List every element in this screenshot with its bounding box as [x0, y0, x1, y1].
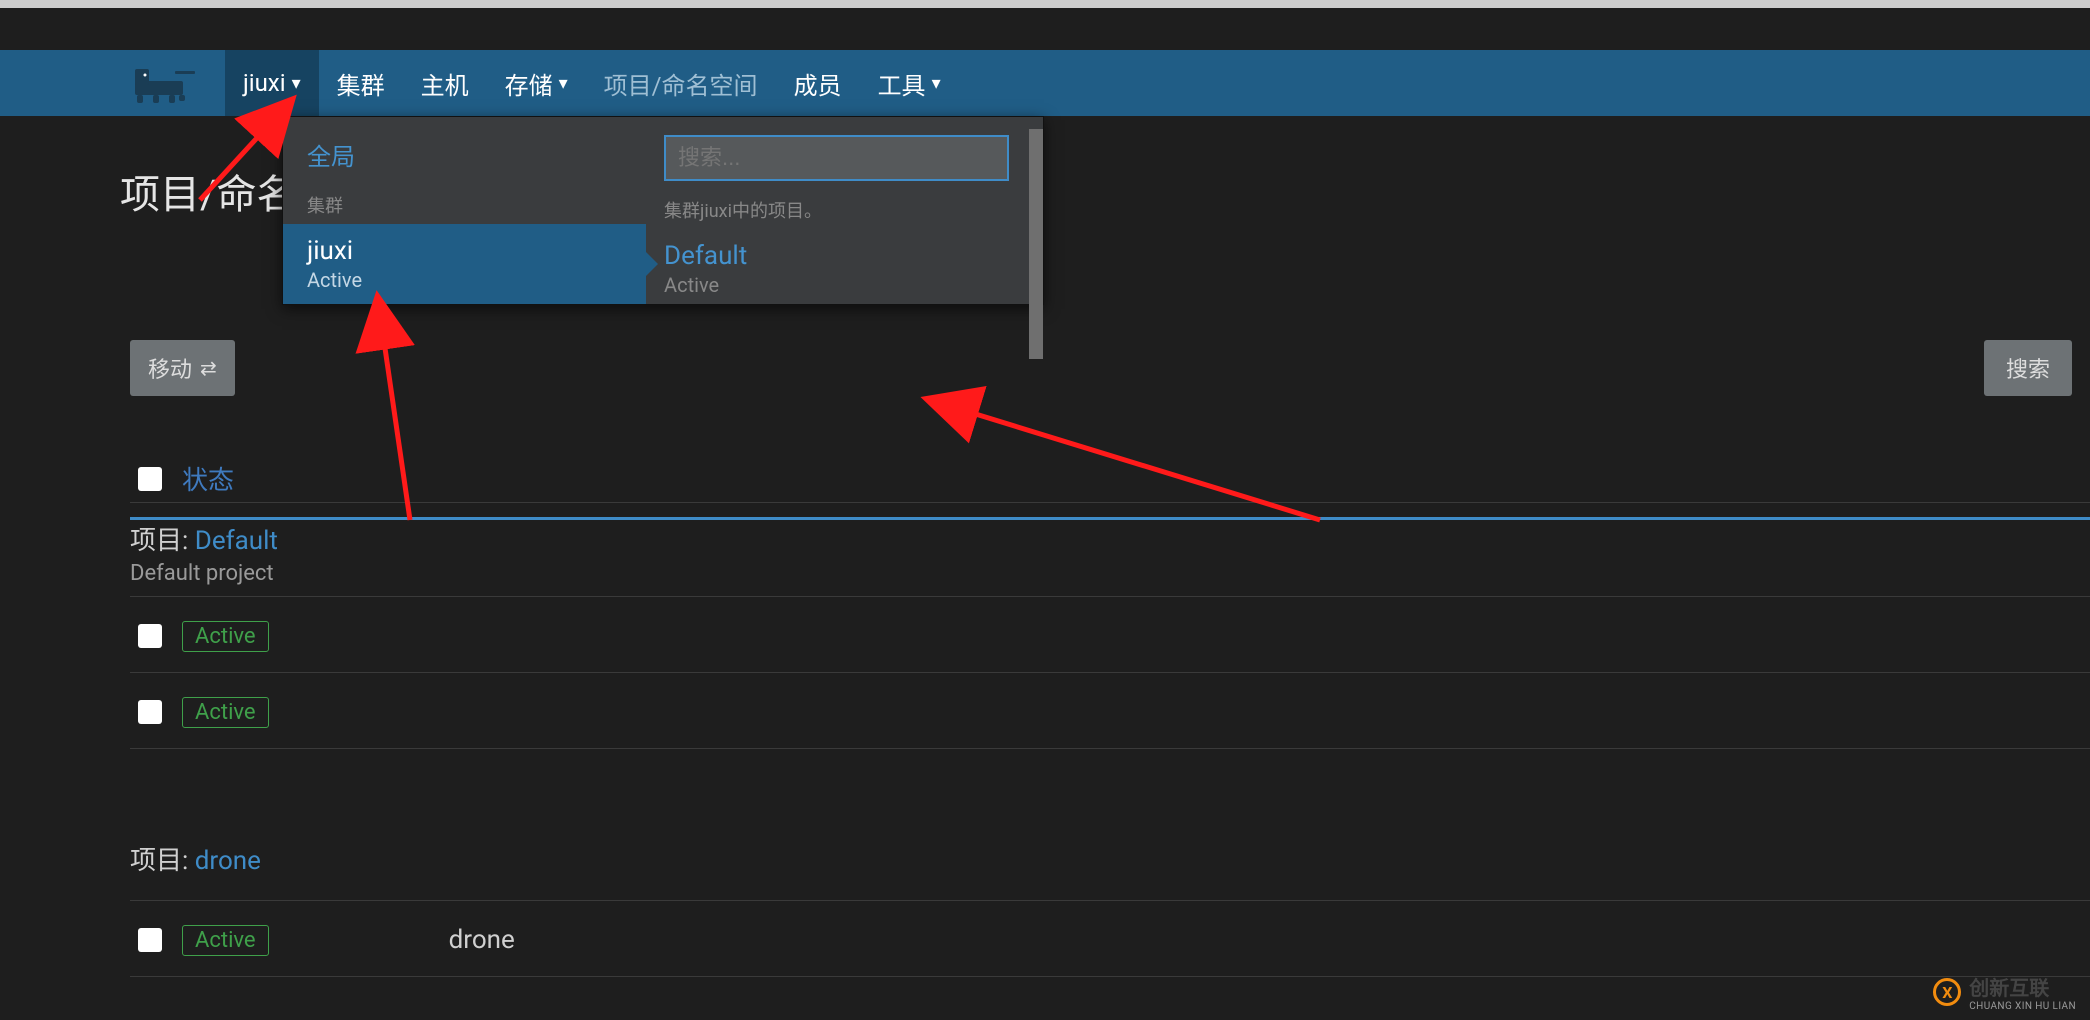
watermark: X 创新互联 CHUANG XIN HU LIAN: [1933, 972, 2076, 1012]
table-header-row: 状态: [138, 460, 2090, 497]
divider: [130, 672, 2090, 673]
dropdown-scrollbar-track[interactable]: [1029, 129, 1043, 292]
cluster-item-jiuxi[interactable]: jiuxi Active: [283, 224, 646, 304]
highlight-line: [130, 517, 2090, 520]
dropdown-right-panel: 集群jiuxi中的项目。 Default Active drone Active…: [646, 117, 1043, 304]
dropdown-scrollbar-thumb[interactable]: [1029, 129, 1043, 359]
nav-members[interactable]: 成员: [776, 50, 860, 116]
top-nav-bar: jiuxi ▾ 集群 主机 存储▾ 项目/命名空间 成员 工具▾: [0, 50, 2090, 116]
nav-storage[interactable]: 存储▾: [487, 50, 586, 116]
project-item-default[interactable]: Default Active: [646, 231, 1027, 304]
table-row[interactable]: Active: [138, 608, 2090, 664]
project-heading-drone: 项目: drone: [130, 840, 261, 877]
cluster-name: jiuxi: [307, 236, 622, 266]
status-badge: Active: [182, 621, 269, 652]
projects-meta-label: 集群jiuxi中的项目。: [646, 191, 1027, 231]
cluster-selector[interactable]: jiuxi ▾: [225, 50, 319, 116]
nav-cluster[interactable]: 集群: [319, 50, 403, 116]
divider: [130, 976, 2090, 977]
search-button[interactable]: 搜索: [1984, 340, 2072, 396]
project-search-input[interactable]: [664, 135, 1009, 181]
nav-tools[interactable]: 工具▾: [860, 50, 959, 116]
nav-hosts[interactable]: 主机: [403, 50, 487, 116]
row-checkbox[interactable]: [138, 928, 162, 952]
project-link-default[interactable]: Default: [195, 526, 278, 556]
cluster-project-dropdown: 全局 集群 jiuxi Active 集群jiuxi中的项目。 Default …: [282, 116, 1044, 305]
status-badge: Active: [182, 925, 269, 956]
row-checkbox[interactable]: [138, 624, 162, 648]
rancher-logo[interactable]: [135, 63, 195, 103]
cluster-status: Active: [307, 268, 622, 292]
watermark-icon: X: [1933, 978, 1961, 1006]
divider: [130, 596, 2090, 597]
table-row[interactable]: Active drone: [138, 912, 2090, 968]
project-link-drone[interactable]: drone: [195, 846, 261, 876]
status-column-header[interactable]: 状态: [182, 460, 234, 497]
window-top-stripe: [0, 0, 2090, 8]
divider: [130, 502, 2090, 503]
chevron-down-icon: ▾: [559, 73, 568, 94]
table-row[interactable]: Active: [138, 684, 2090, 740]
select-all-checkbox[interactable]: [138, 467, 162, 491]
divider: [130, 900, 2090, 901]
nav-projects-namespaces[interactable]: 项目/命名空间: [586, 50, 776, 116]
move-button[interactable]: 移动 ⇄: [130, 340, 235, 396]
swap-icon: ⇄: [200, 356, 217, 380]
row-checkbox[interactable]: [138, 700, 162, 724]
global-link[interactable]: 全局: [283, 117, 646, 184]
chevron-down-icon: ▾: [292, 73, 301, 94]
status-badge: Active: [182, 697, 269, 728]
divider: [130, 748, 2090, 749]
clusters-section-label: 集群: [283, 184, 646, 224]
project-subtitle: Default project: [130, 561, 278, 586]
cluster-selector-label: jiuxi: [243, 69, 286, 97]
project-heading-default: 项目: Default Default project: [130, 520, 278, 586]
chevron-down-icon: ▾: [932, 73, 941, 94]
namespace-name: drone: [449, 925, 515, 955]
dropdown-left-panel: 全局 集群 jiuxi Active: [283, 117, 646, 304]
